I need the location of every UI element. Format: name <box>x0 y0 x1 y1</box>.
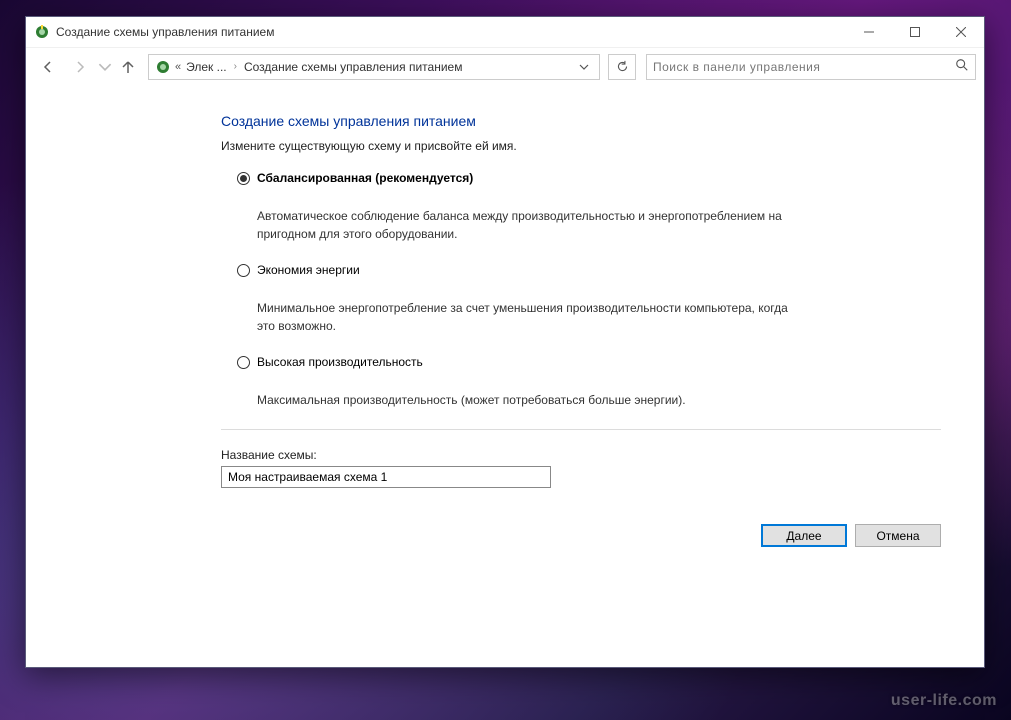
search-icon[interactable] <box>955 58 969 75</box>
page-subtitle: Измените существующую схему и присвойте … <box>221 139 944 153</box>
back-button[interactable] <box>34 53 62 81</box>
watermark: user-life.com <box>891 692 997 710</box>
divider <box>221 429 941 430</box>
plan-name-input[interactable] <box>221 466 551 488</box>
navigation-bar: « Элек ... › Создание схемы управления п… <box>26 47 984 85</box>
plan-radio-group: Сбалансированная (рекомендуется) Автомат… <box>237 171 944 409</box>
titlebar: Создание схемы управления питанием <box>26 17 984 47</box>
up-button[interactable] <box>116 53 140 81</box>
radio-high-desc: Максимальная производительность (может п… <box>257 391 797 409</box>
radio-high-performance[interactable]: Высокая производительность <box>237 355 944 369</box>
forward-button[interactable] <box>66 53 94 81</box>
radio-balanced-label: Сбалансированная (рекомендуется) <box>257 171 473 185</box>
power-options-icon <box>155 59 171 75</box>
breadcrumb-segment-2[interactable]: Создание схемы управления питанием <box>241 60 465 74</box>
radio-saver-desc: Минимальное энергопотребление за счет ум… <box>257 299 797 335</box>
radio-balanced[interactable]: Сбалансированная (рекомендуется) <box>237 171 944 185</box>
minimize-button[interactable] <box>846 17 892 47</box>
address-bar[interactable]: « Элек ... › Создание схемы управления п… <box>148 54 600 80</box>
close-button[interactable] <box>938 17 984 47</box>
refresh-button[interactable] <box>608 54 636 80</box>
radio-icon <box>237 264 250 277</box>
radio-icon <box>237 356 250 369</box>
page-title: Создание схемы управления питанием <box>221 113 944 129</box>
breadcrumb-segment-1[interactable]: Элек ... <box>183 60 230 74</box>
radio-saver-label: Экономия энергии <box>257 263 360 277</box>
window-title: Создание схемы управления питанием <box>56 25 274 39</box>
next-button[interactable]: Далее <box>761 524 847 547</box>
search-input[interactable] <box>653 60 951 74</box>
radio-high-label: Высокая производительность <box>257 355 423 369</box>
maximize-button[interactable] <box>892 17 938 47</box>
radio-saver[interactable]: Экономия энергии <box>237 263 944 277</box>
power-options-icon <box>34 24 50 40</box>
cancel-button[interactable]: Отмена <box>855 524 941 547</box>
content-area: Создание схемы управления питанием Измен… <box>26 85 984 667</box>
radio-balanced-desc: Автоматическое соблюдение баланса между … <box>257 207 797 243</box>
plan-name-label: Название схемы: <box>221 448 944 462</box>
address-dropdown[interactable] <box>573 62 595 72</box>
search-box[interactable] <box>646 54 976 80</box>
history-dropdown[interactable] <box>98 53 112 81</box>
explorer-window: Создание схемы управления питанием <box>25 16 985 668</box>
chevron-right-icon: › <box>230 61 241 72</box>
radio-icon <box>237 172 250 185</box>
breadcrumb-overflow-icon[interactable]: « <box>175 61 181 73</box>
